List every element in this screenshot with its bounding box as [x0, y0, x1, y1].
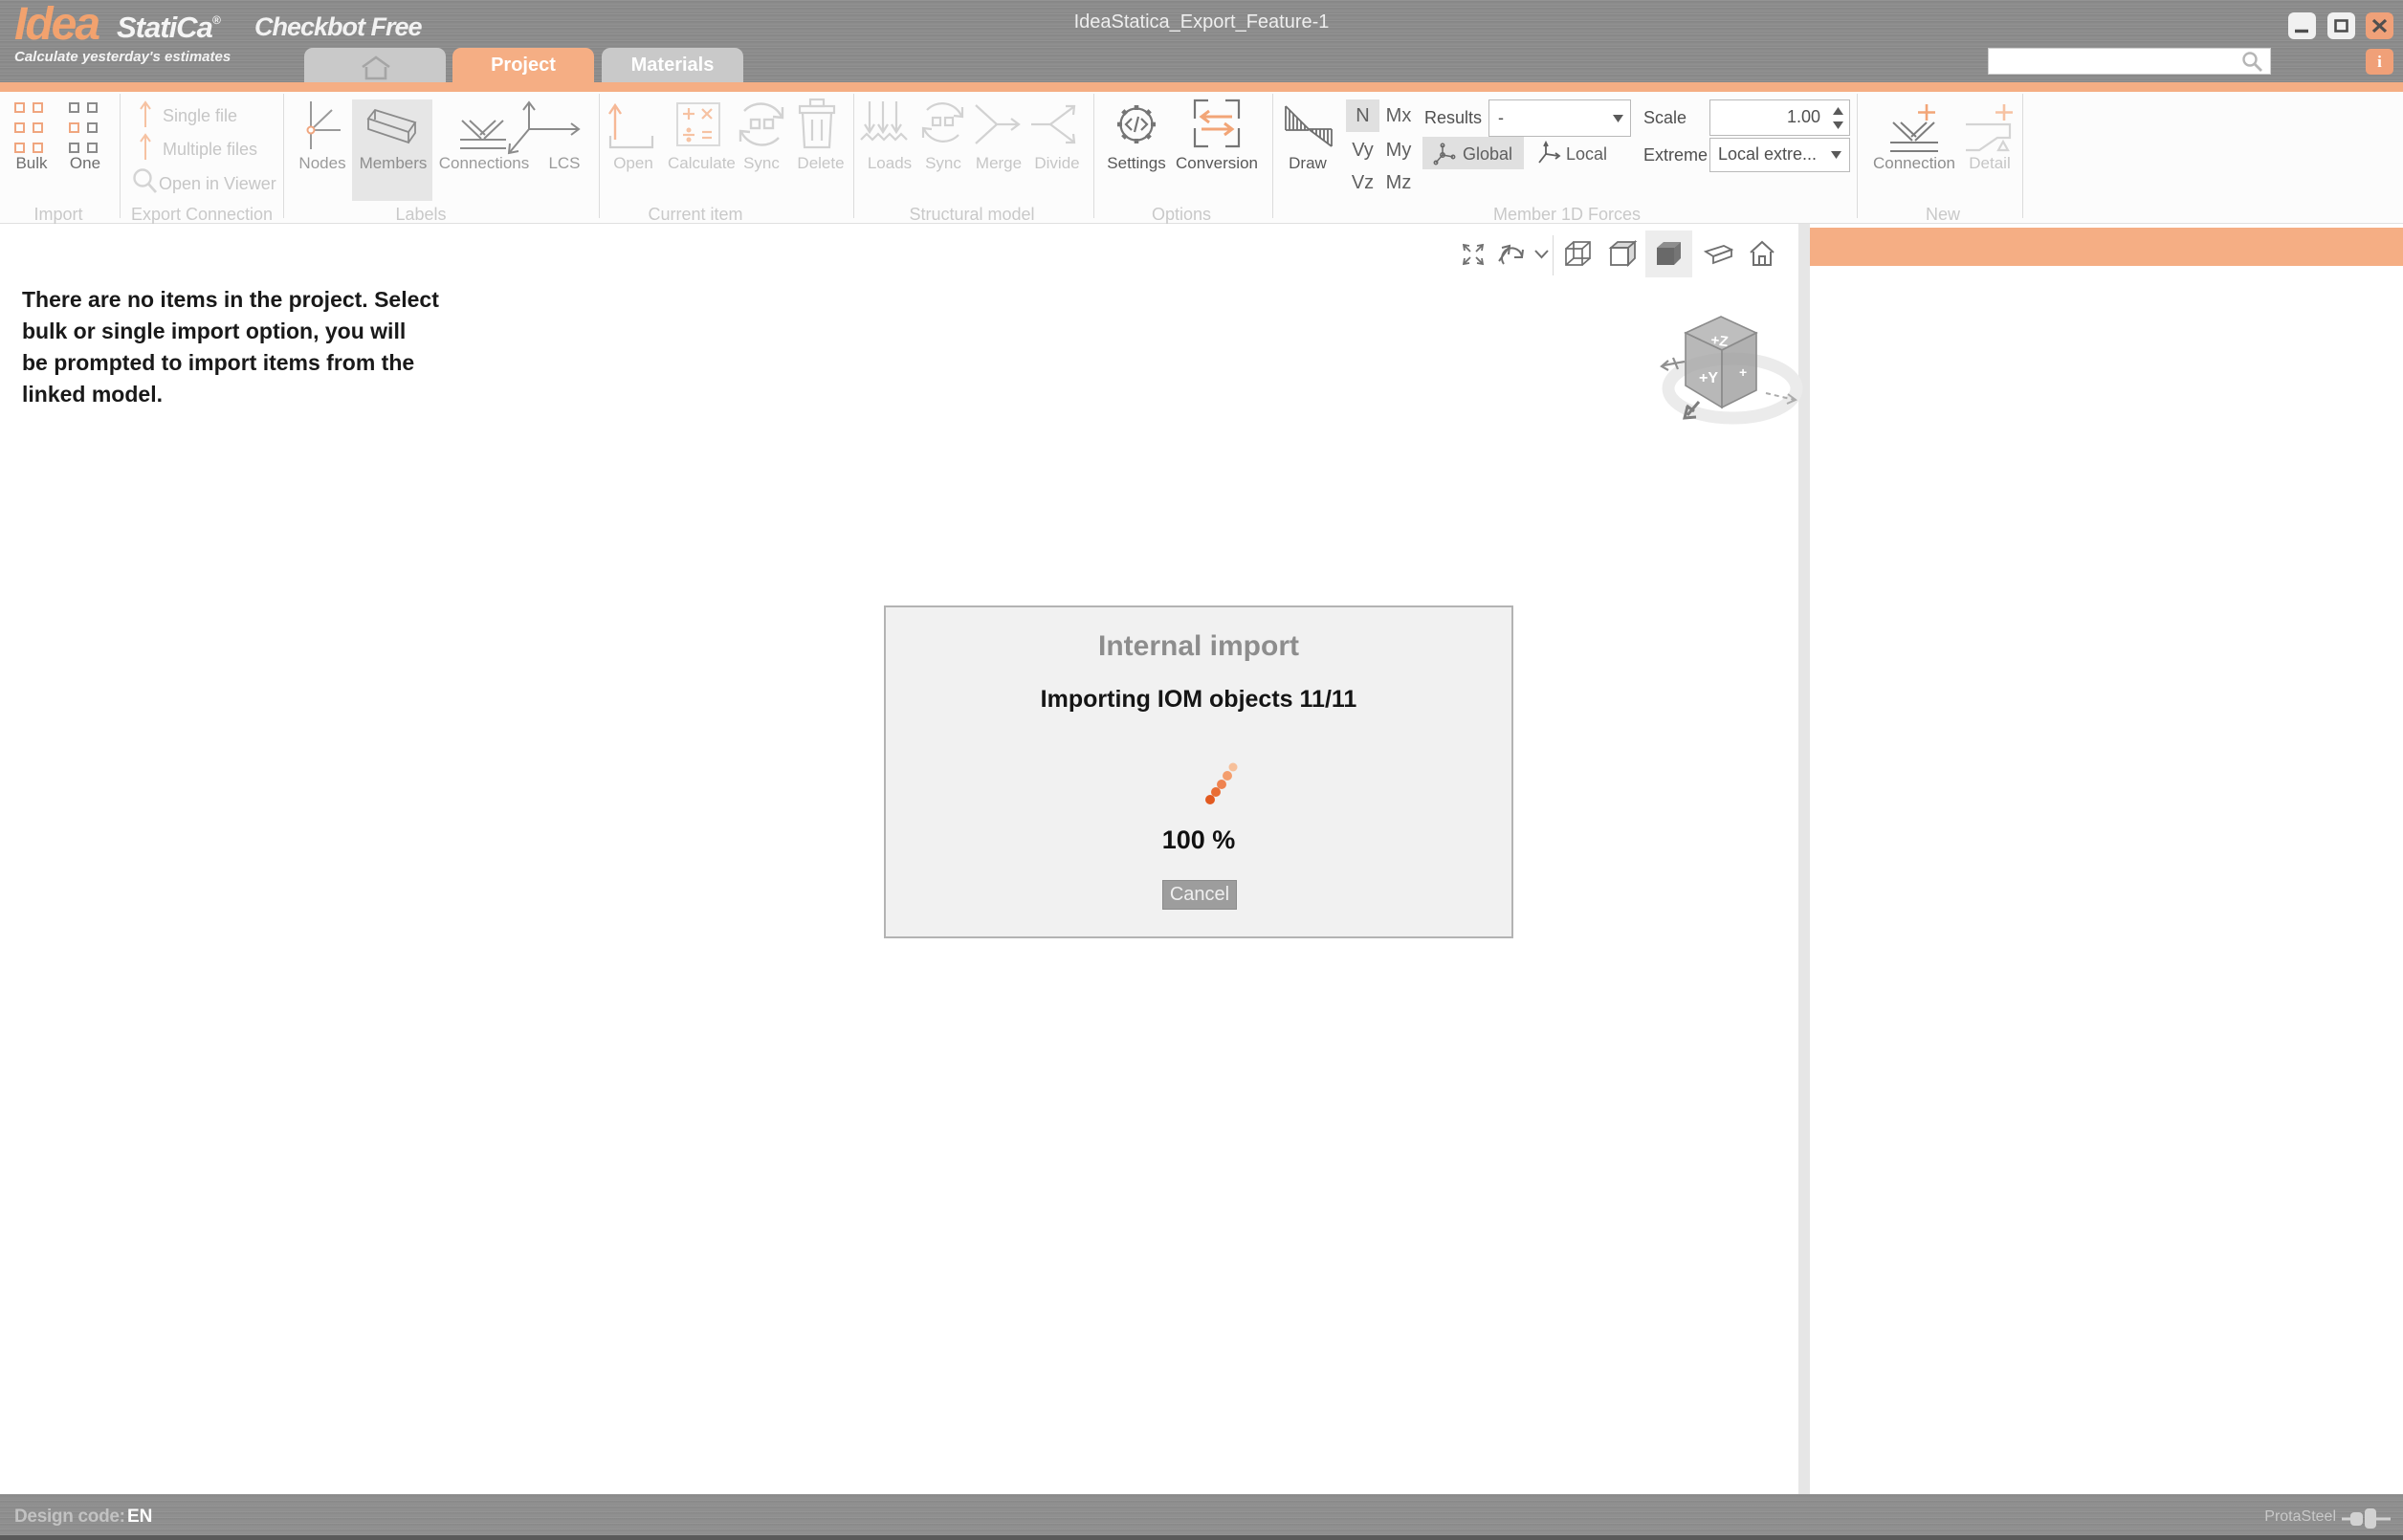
svg-text:+Z: +Z: [1710, 332, 1730, 350]
svg-text:+Y: +Y: [1699, 370, 1718, 386]
svg-text:+: +: [1739, 364, 1747, 380]
